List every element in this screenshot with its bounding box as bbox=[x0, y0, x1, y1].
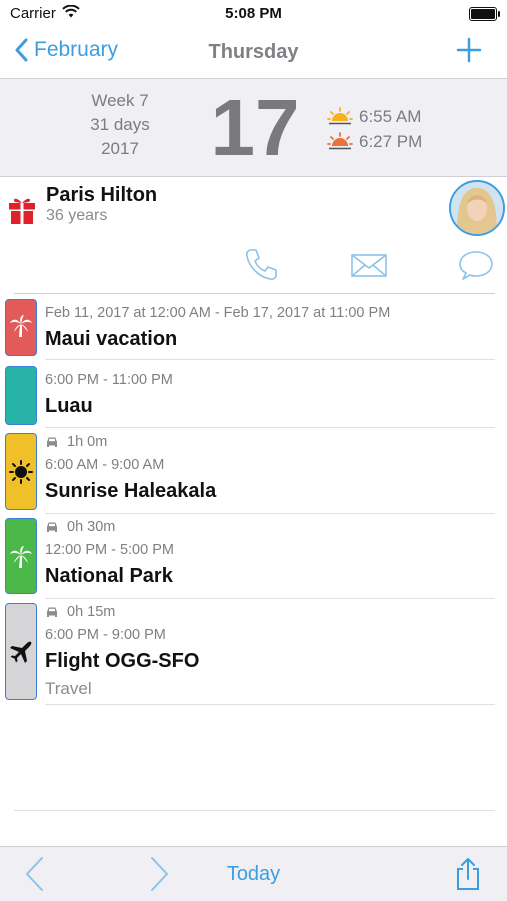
event-drive-time: 1h 0m bbox=[45, 434, 107, 450]
day-number: 17 bbox=[210, 83, 300, 172]
event-color-bar bbox=[5, 299, 37, 356]
event-color-bar bbox=[5, 518, 37, 594]
palm-tree-icon bbox=[10, 315, 32, 337]
navigation-bar: February Thursday bbox=[0, 28, 507, 79]
days-count: 31 days bbox=[90, 115, 150, 134]
event-row[interactable]: 1h 0m 6:00 AM - 9:00 AM Sunrise Haleakal… bbox=[0, 430, 507, 514]
event-time: 6:00 AM - 9:00 AM bbox=[45, 457, 165, 473]
drive-duration: 1h 0m bbox=[67, 434, 108, 450]
gift-icon bbox=[9, 198, 35, 224]
event-row[interactable]: Feb 11, 2017 at 12:00 AM - Feb 17, 2017 … bbox=[0, 296, 507, 360]
battery-icon bbox=[469, 7, 500, 21]
year-label: 2017 bbox=[101, 139, 139, 158]
row-divider bbox=[45, 704, 495, 705]
event-color-bar bbox=[5, 366, 37, 425]
palm-tree-icon bbox=[10, 546, 32, 568]
status-bar: Carrier 5:08 PM bbox=[0, 0, 507, 28]
avatar[interactable] bbox=[449, 180, 505, 236]
event-time: 6:00 PM - 11:00 PM bbox=[45, 372, 173, 388]
row-divider bbox=[45, 598, 495, 599]
car-icon bbox=[47, 522, 57, 532]
today-button[interactable]: Today bbox=[0, 863, 507, 886]
event-title: Sunrise Haleakala bbox=[45, 480, 217, 502]
event-color-bar bbox=[5, 603, 37, 700]
event-title: Luau bbox=[45, 395, 93, 417]
airplane-icon bbox=[10, 641, 32, 663]
bottom-toolbar: Today bbox=[0, 846, 507, 901]
event-time: Feb 11, 2017 at 12:00 AM - Feb 17, 2017 … bbox=[45, 305, 391, 321]
drive-duration: 0h 30m bbox=[67, 519, 116, 535]
drive-duration: 0h 15m bbox=[67, 604, 116, 620]
event-drive-time: 0h 30m bbox=[45, 519, 115, 535]
sun-icon bbox=[9, 460, 33, 484]
event-row[interactable]: 0h 15m 6:00 PM - 9:00 PM Flight OGG-SFO … bbox=[0, 600, 507, 706]
page-title: Thursday bbox=[208, 41, 299, 63]
row-divider bbox=[45, 513, 495, 514]
status-time: 5:08 PM bbox=[225, 5, 282, 22]
day-header: Week 7 31 days 2017 17 6:55 AM 6:27 PM bbox=[0, 79, 507, 177]
event-calendar-label: Travel bbox=[45, 679, 92, 698]
sunrise-time: 6:55 AM bbox=[359, 107, 422, 126]
share-icon[interactable] bbox=[455, 857, 481, 891]
event-color-bar bbox=[5, 433, 37, 510]
message-icon[interactable] bbox=[458, 247, 494, 283]
week-number: Week 7 bbox=[91, 91, 149, 110]
event-drive-time: 0h 15m bbox=[45, 604, 115, 620]
list-end-divider bbox=[14, 810, 495, 811]
event-title: Flight OGG-SFO bbox=[45, 650, 200, 672]
phone-icon[interactable] bbox=[243, 247, 279, 283]
event-row[interactable]: 6:00 PM - 11:00 PM Luau bbox=[0, 363, 507, 428]
event-row[interactable]: 0h 30m 12:00 PM - 5:00 PM National Park bbox=[0, 515, 507, 599]
sunset-icon bbox=[327, 132, 353, 150]
person-age: 36 years bbox=[46, 207, 108, 224]
event-time: 12:00 PM - 5:00 PM bbox=[45, 542, 174, 558]
row-divider bbox=[45, 359, 495, 360]
sunset-time: 6:27 PM bbox=[359, 132, 423, 151]
car-icon bbox=[47, 437, 57, 447]
person-name: Paris Hilton bbox=[46, 184, 158, 206]
add-icon[interactable] bbox=[455, 36, 483, 64]
row-divider bbox=[45, 427, 495, 428]
mail-icon[interactable] bbox=[351, 247, 387, 283]
event-time: 6:00 PM - 9:00 PM bbox=[45, 627, 166, 643]
car-icon bbox=[47, 607, 57, 617]
section-divider bbox=[14, 293, 495, 294]
sunrise-icon bbox=[327, 107, 353, 125]
event-title: National Park bbox=[45, 565, 173, 587]
event-title: Maui vacation bbox=[45, 328, 178, 350]
avatar-photo bbox=[451, 182, 503, 234]
